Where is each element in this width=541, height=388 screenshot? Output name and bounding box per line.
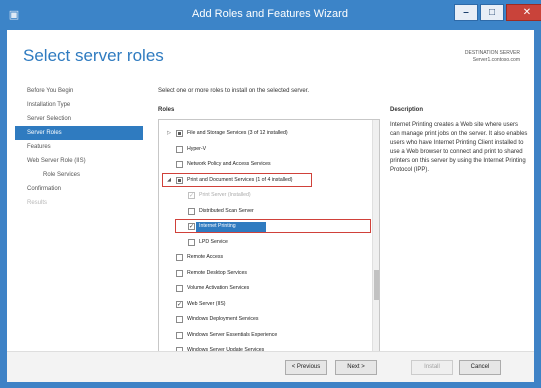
highlight-box-internet-printing	[175, 219, 371, 233]
role-row[interactable]: Windows Server Essentials Experience	[159, 330, 369, 341]
roles-heading: Roles	[158, 107, 175, 113]
page-title: Select server roles	[23, 46, 164, 65]
role-checkbox[interactable]	[176, 145, 183, 153]
role-label: Windows Server Essentials Experience	[187, 331, 278, 338]
role-checkbox[interactable]	[176, 331, 183, 339]
role-row[interactable]: ▷ File and Storage Services (3 of 12 inst…	[159, 128, 369, 139]
cancel-button[interactable]: Cancel	[459, 360, 501, 375]
role-label: Volume Activation Services	[187, 285, 250, 291]
role-label: Distributed Scan Server	[199, 207, 254, 214]
role-label: Network Policy and Access Services	[187, 161, 271, 167]
role-row[interactable]: ✓ Web Server (IIS)	[159, 299, 369, 310]
nav-item-installation-type[interactable]: Installation Type	[15, 98, 143, 112]
destination-label: DESTINATION SERVER	[464, 50, 520, 56]
role-row[interactable]: Volume Activation Services	[159, 283, 369, 294]
wizard-window: ▣ Add Roles and Features Wizard – □ ✕ Se…	[0, 0, 541, 388]
role-label: Web Server (IIS)	[187, 300, 226, 307]
role-row[interactable]: Windows Deployment Services	[159, 314, 369, 325]
window-title: Add Roles and Features Wizard	[192, 8, 348, 20]
nav-item-web-server-role-iis[interactable]: Web Server Role (IIS)	[15, 154, 143, 168]
roles-scrollbar[interactable]	[372, 120, 379, 375]
nav-item-server-roles[interactable]: Server Roles	[15, 126, 143, 140]
role-checkbox[interactable]	[176, 130, 183, 137]
roles-tree[interactable]: ▷ File and Storage Services (3 of 12 inst…	[158, 119, 380, 376]
minimize-button[interactable]: –	[454, 4, 478, 21]
title-bar[interactable]: ▣ Add Roles and Features Wizard – □ ✕	[0, 0, 541, 30]
highlight-box-print-services	[162, 172, 312, 187]
role-row[interactable]: Hyper-V	[159, 144, 369, 155]
description-text: Internet Printing creates a Web site whe…	[390, 122, 528, 173]
role-row[interactable]: Remote Desktop Services	[159, 268, 369, 279]
destination-server: DESTINATION SERVER Server1.contoso.com	[465, 50, 520, 64]
nav-item-results: Results	[27, 200, 48, 206]
nav-item-server-selection[interactable]: Server Selection	[15, 112, 143, 126]
instruction-text: Select one or more roles to install on t…	[158, 88, 310, 94]
scrollbar-thumb[interactable]	[374, 270, 379, 300]
role-checkbox[interactable]	[176, 316, 183, 323]
next-button[interactable]: Next >	[335, 360, 377, 375]
role-row[interactable]: LPD Service	[159, 237, 369, 248]
wizard-steps-nav: Before You Begin Installation Type Server …	[15, 84, 143, 210]
nav-item-before-you-begin[interactable]: Before You Begin	[15, 84, 143, 98]
nav-item-confirmation[interactable]: Confirmation	[15, 182, 143, 196]
role-row[interactable]: ✓ Print Server (Installed)	[159, 190, 369, 201]
maximize-button[interactable]: □	[480, 4, 504, 21]
nav-item-role-services[interactable]: Role Services	[15, 168, 143, 182]
role-checkbox[interactable]	[188, 238, 195, 246]
description-heading: Description	[390, 107, 424, 113]
role-checkbox[interactable]	[176, 285, 183, 292]
role-label: Print Server (Installed)	[199, 192, 251, 198]
expander-icon[interactable]: ▷	[165, 128, 173, 139]
role-label: Windows Deployment Services	[187, 316, 259, 322]
previous-button[interactable]: < Previous	[285, 360, 327, 375]
wizard-footer: < Previous Next > Install Cancel	[7, 351, 534, 382]
wizard-body: Select server roles DESTINATION SERVER S…	[7, 30, 534, 382]
server-manager-icon: ▣	[8, 9, 20, 21]
role-row[interactable]: Remote Access	[159, 252, 369, 263]
install-button[interactable]: Install	[411, 360, 453, 375]
role-checkbox[interactable]: ✓	[176, 300, 183, 308]
nav-item-features[interactable]: Features	[15, 140, 143, 154]
window-controls: – □ ✕	[452, 4, 541, 24]
role-row[interactable]: Distributed Scan Server	[159, 206, 369, 217]
role-checkbox[interactable]	[176, 254, 183, 261]
role-label: File and Storage Services (3 of 12 insta…	[187, 130, 288, 136]
role-label: Hyper-V	[187, 145, 207, 152]
close-button[interactable]: ✕	[506, 4, 541, 21]
role-checkbox[interactable]	[176, 269, 183, 277]
role-row[interactable]: Network Policy and Access Services	[159, 159, 369, 170]
role-checkbox[interactable]	[188, 207, 195, 215]
role-checkbox[interactable]	[176, 161, 183, 168]
role-checkbox: ✓	[188, 192, 195, 199]
destination-server-name: Server1.contoso.com	[472, 57, 520, 63]
role-label: Remote Desktop Services	[187, 269, 247, 276]
role-label: LPD Service	[199, 238, 228, 245]
role-label: Remote Access	[187, 254, 224, 260]
